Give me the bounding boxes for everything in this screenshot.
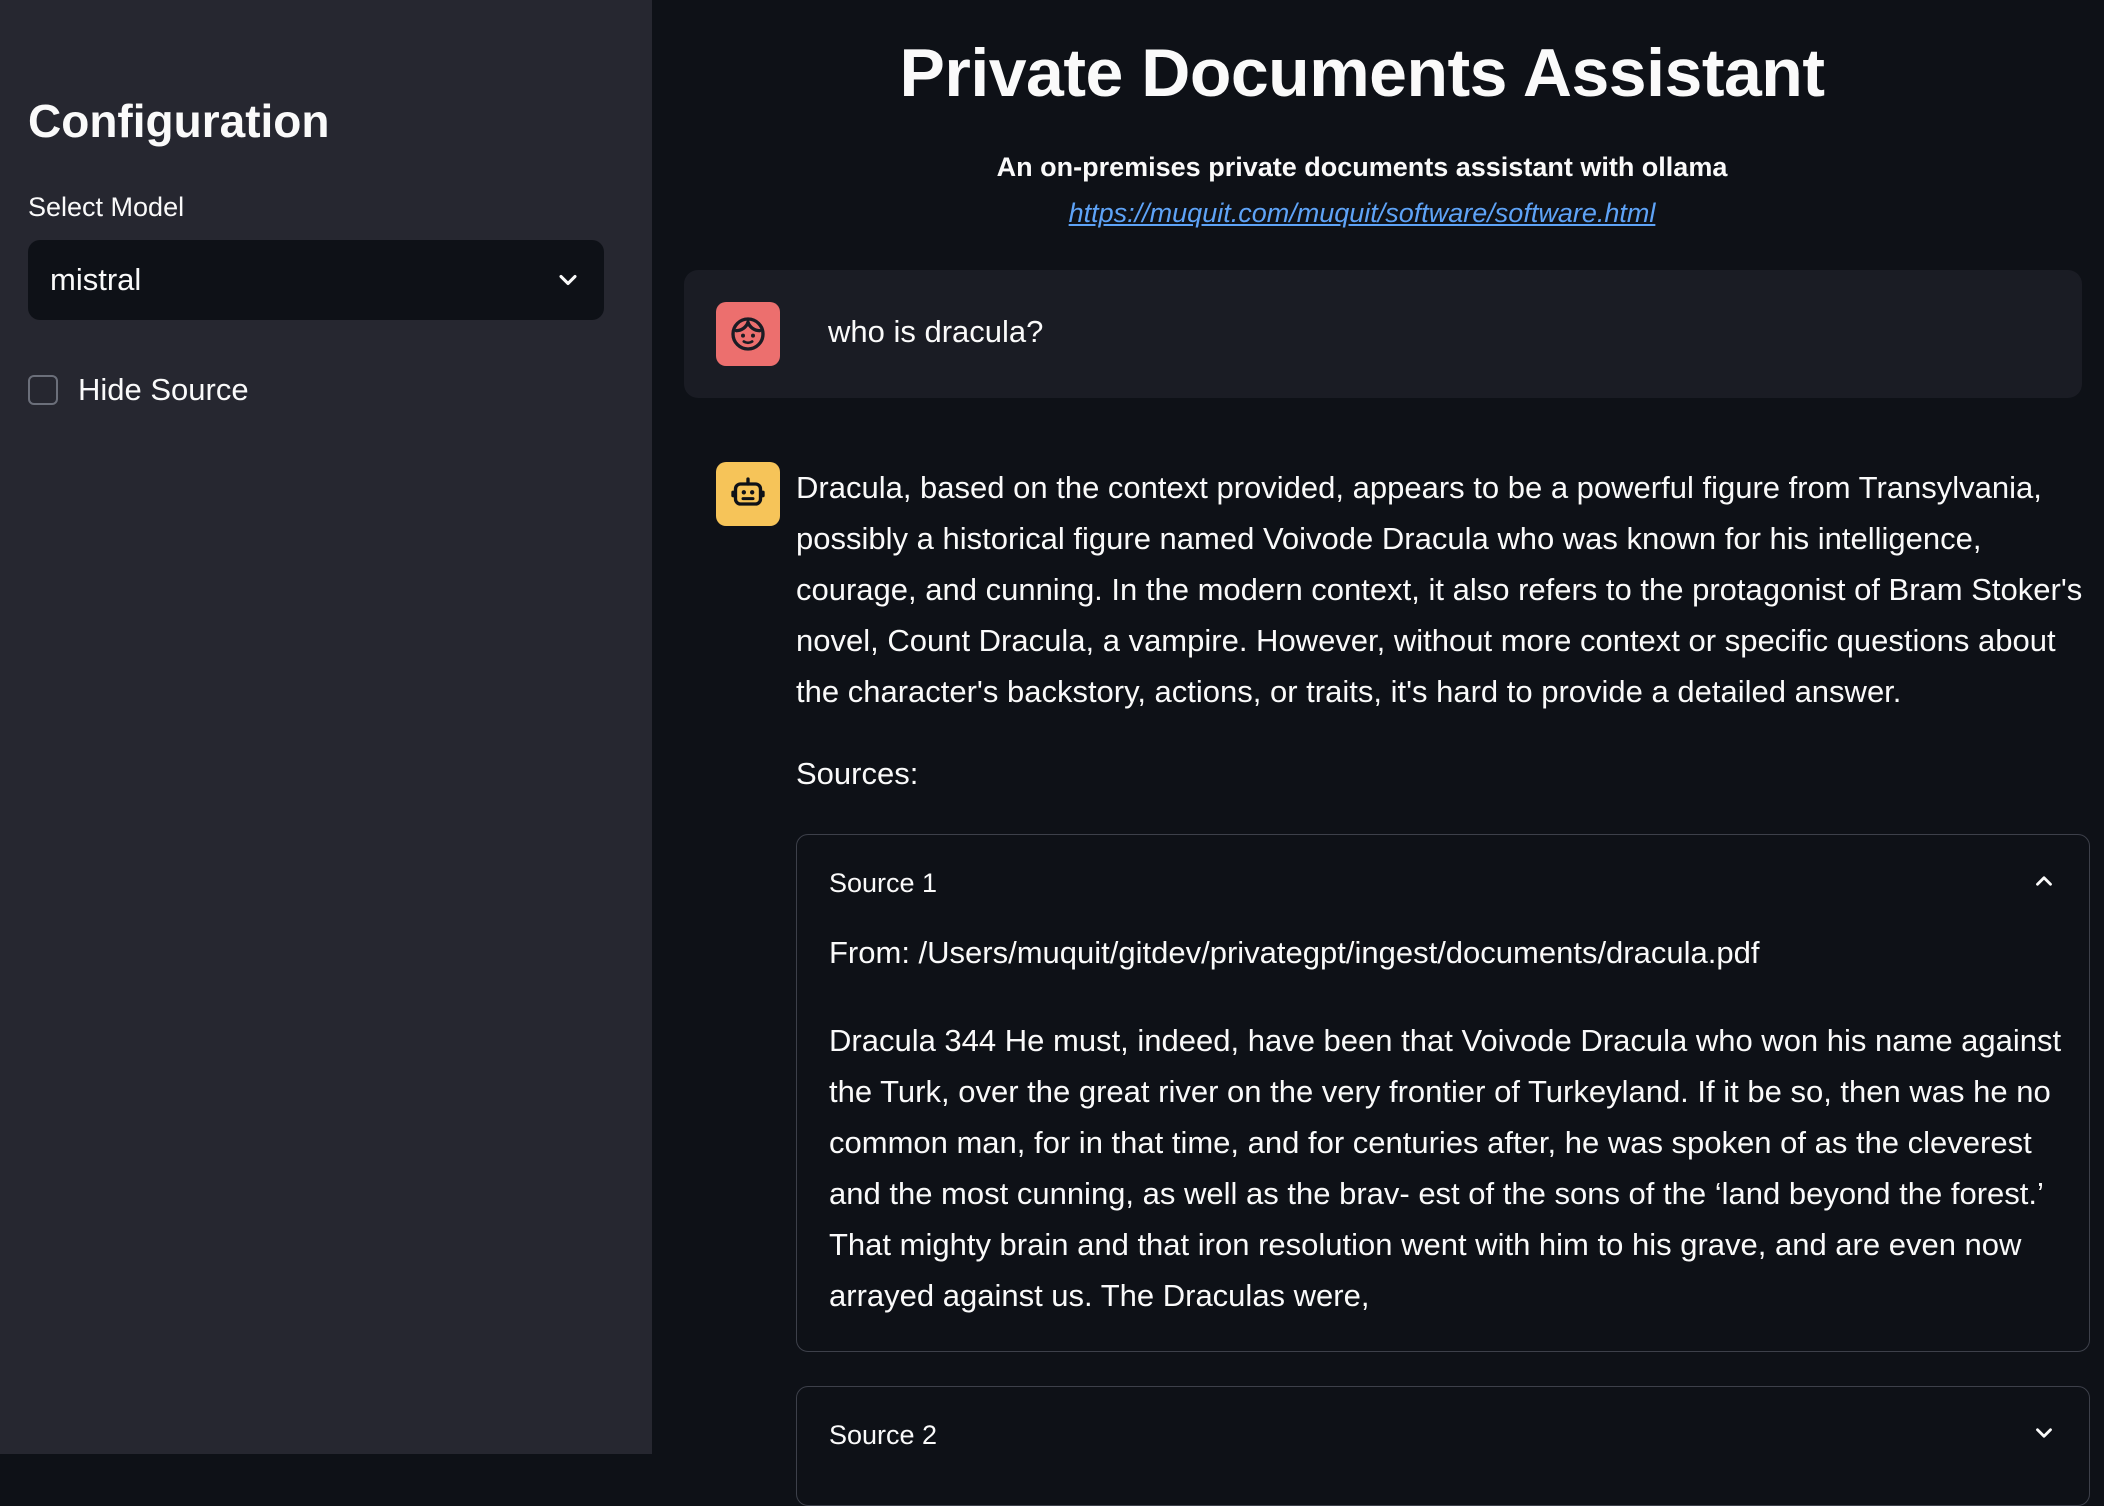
chevron-down-icon xyxy=(2031,1420,2057,1451)
source-1-content: Dracula 344 He must, indeed, have been t… xyxy=(829,1023,2062,1313)
main-content: Private Documents Assistant An on-premis… xyxy=(652,0,2104,1506)
hide-source-checkbox[interactable] xyxy=(28,375,58,405)
select-model-label: Select Model xyxy=(28,192,185,222)
source-1-title: Source 1 xyxy=(829,867,938,898)
user-message-text: who is dracula? xyxy=(828,314,1044,349)
model-select[interactable]: mistral xyxy=(28,240,604,320)
hide-source-toggle[interactable]: Hide Source xyxy=(28,372,249,408)
source-2-header[interactable]: Source 2 xyxy=(829,1387,2057,1483)
page-subtitle: An on-premises private documents assista… xyxy=(996,152,1728,182)
page-title: Private Documents Assistant xyxy=(899,35,1825,111)
user-face-icon xyxy=(716,302,780,366)
chevron-up-icon xyxy=(2031,868,2057,899)
source-1-path: From: /Users/muquit/gitdev/privategpt/in… xyxy=(829,935,1760,970)
assistant-message-text: Dracula, based on the context provided, … xyxy=(796,470,2083,709)
user-message: who is dracula? xyxy=(684,270,2082,398)
robot-icon xyxy=(716,462,780,526)
source-1-header[interactable]: Source 1 xyxy=(829,835,2057,931)
source-1-expander: Source 1 From: /Users/muquit/gitdev/priv… xyxy=(796,834,2090,1352)
chevron-down-icon xyxy=(554,266,582,294)
model-select-value: mistral xyxy=(50,262,142,297)
sidebar-title: Configuration xyxy=(28,95,330,147)
software-link[interactable]: https://muquit.com/muquit/software/softw… xyxy=(652,198,2072,229)
hide-source-label: Hide Source xyxy=(78,372,249,407)
sources-label: Sources: xyxy=(796,756,919,791)
source-2-title: Source 2 xyxy=(829,1419,938,1450)
sidebar: Configuration Select Model mistral Hide … xyxy=(0,0,652,1454)
source-2-expander: Source 2 xyxy=(796,1386,2090,1506)
